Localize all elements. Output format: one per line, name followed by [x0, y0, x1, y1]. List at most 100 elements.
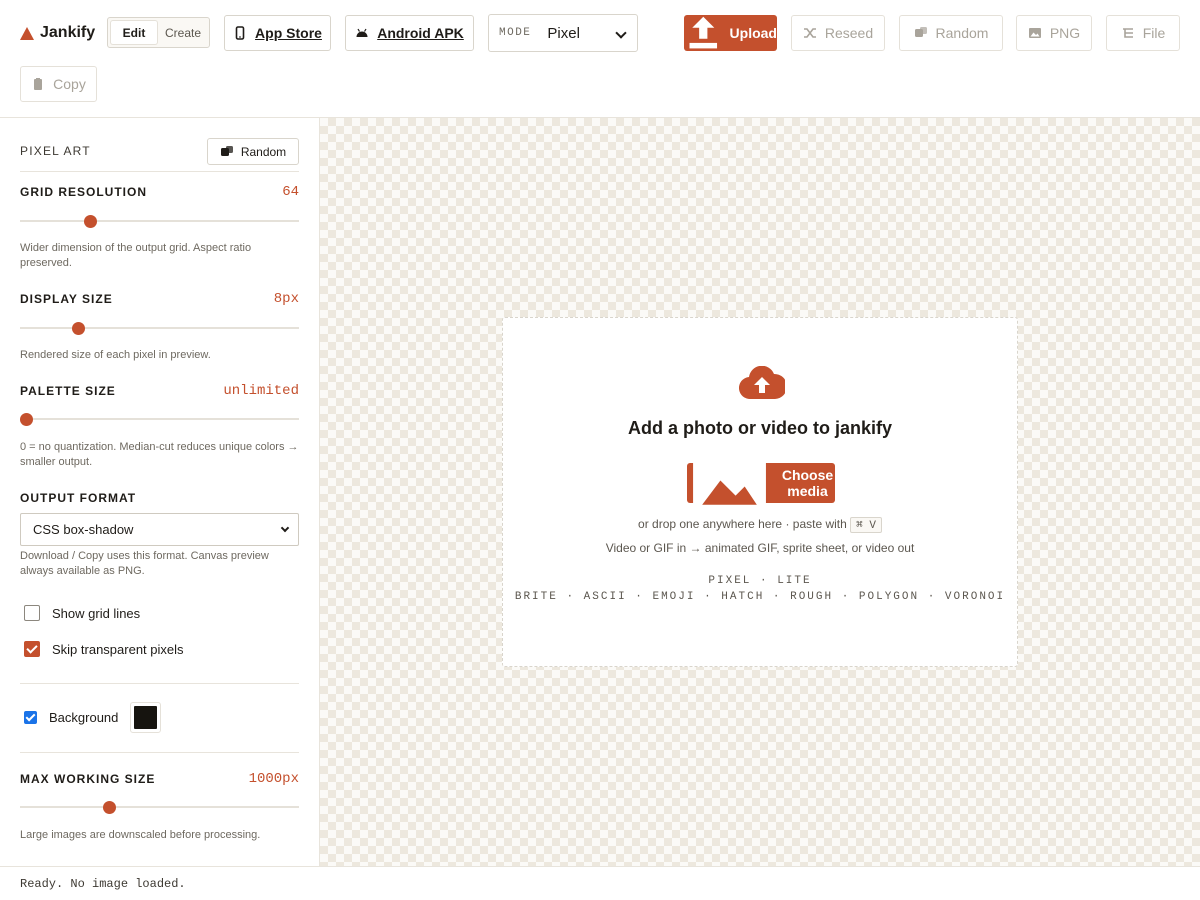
image-icon — [693, 452, 766, 514]
drop-zone[interactable]: Add a photo or video to jankify Choose m… — [502, 317, 1018, 667]
top-toolbar: Jankify Edit Create App Store Android AP… — [0, 0, 1200, 118]
status-bar: Ready. No image loaded. — [0, 866, 1200, 900]
max-working-size-label: MAX WORKING SIZE — [20, 772, 156, 786]
mode-label: MODE — [499, 27, 532, 39]
skip-transparent-toggle[interactable]: Skip transparent pixels — [24, 641, 184, 657]
app-store-label: App Store — [255, 25, 322, 41]
show-grid-lines-label: Show grid lines — [52, 605, 141, 621]
dice-icon — [220, 145, 233, 156]
slider-thumb[interactable] — [84, 215, 98, 228]
slider-track — [20, 220, 299, 222]
slider-thumb[interactable] — [102, 801, 116, 814]
grid-resolution-value: 64 — [282, 184, 299, 200]
mode-select[interactable]: MODE Pixel — [488, 14, 638, 52]
file-button[interactable]: File — [1106, 15, 1180, 51]
output-format-select[interactable]: CSS box-shadow — [20, 513, 299, 546]
phone-icon — [235, 26, 245, 40]
upload-button[interactable]: Upload — [684, 15, 777, 51]
cloud-upload-icon — [739, 366, 785, 400]
android-apk-link[interactable]: Android APK — [345, 15, 474, 51]
grid-resolution-slider[interactable] — [20, 214, 299, 228]
android-apk-label: Android APK — [377, 25, 464, 41]
palette-size-slider[interactable] — [20, 412, 299, 426]
color-fill — [134, 706, 158, 729]
slider-track — [20, 806, 299, 808]
max-working-size-slider[interactable] — [20, 800, 299, 814]
slider-track — [20, 418, 299, 420]
edit-tab[interactable]: Edit — [111, 21, 157, 44]
palette-size-label: PALETTE SIZE — [20, 384, 116, 398]
preview-canvas[interactable]: Add a photo or video to jankify Choose m… — [320, 118, 1200, 866]
grid-resolution-help: Wider dimension of the output grid. Aspe… — [20, 242, 252, 269]
settings-sidebar: PIXEL ART Random GRID RESOLUTION 64 Wide… — [0, 118, 320, 866]
palette-size-value: unlimited — [223, 383, 299, 399]
output-format-value: CSS box-shadow — [33, 522, 134, 537]
skip-transparent-checkbox[interactable] — [24, 641, 40, 657]
output-format-label: OUTPUT FORMAT — [20, 491, 137, 505]
drop-hint-text: or drop one anywhere here · paste with — [638, 517, 847, 531]
modes-line-2: BRITE · ASCII · EMOJI · HATCH · ROUGH · … — [514, 591, 1006, 603]
random-settings-button[interactable]: Random — [207, 138, 299, 165]
logo-icon — [20, 26, 34, 40]
slider-thumb[interactable] — [72, 322, 86, 335]
palette-size-row: PALETTE SIZE unlimited — [20, 383, 299, 399]
display-size-label: DISPLAY SIZE — [20, 292, 113, 306]
png-button[interactable]: PNG — [1016, 15, 1092, 51]
copy-button[interactable]: Copy — [20, 66, 97, 102]
video-hint: Video or GIF in → animated GIF, sprite s… — [605, 541, 915, 555]
max-working-size-row: MAX WORKING SIZE 1000px — [20, 771, 299, 787]
create-tab[interactable]: Create — [160, 21, 206, 44]
section-title: PIXEL ART — [20, 144, 91, 158]
display-size-value: 8px — [273, 291, 299, 307]
modes-line-1: PIXEL · LITE — [708, 575, 812, 587]
random-header-button[interactable]: Random — [899, 15, 1003, 51]
slider-track — [20, 327, 299, 329]
skip-transparent-label: Skip transparent pixels — [52, 641, 184, 657]
background-toggle[interactable]: Background — [24, 702, 162, 733]
upload-icon — [689, 16, 718, 49]
show-grid-lines-toggle[interactable]: Show grid lines — [24, 605, 140, 621]
background-checkbox[interactable] — [24, 711, 37, 724]
random-settings-label: Random — [240, 144, 287, 159]
random-header-label: Random — [935, 25, 989, 41]
background-label: Background — [49, 710, 119, 725]
upload-label: Upload — [729, 25, 777, 41]
max-working-size-value: 1000px — [248, 771, 299, 787]
palette-size-help: 0 = no quantization. Median-cut reduces … — [20, 441, 299, 468]
grid-resolution-label: GRID RESOLUTION — [20, 185, 148, 199]
display-size-slider[interactable] — [20, 321, 299, 335]
grid-resolution-row: GRID RESOLUTION 64 — [20, 184, 299, 200]
mode-value: Pixel — [547, 24, 580, 42]
display-size-help: Rendered size of each pixel in preview. — [20, 349, 211, 361]
image-icon — [1028, 28, 1041, 38]
output-format-help: Download / Copy uses this format. Canvas… — [20, 550, 269, 577]
paste-shortcut: ⌘ V — [850, 517, 882, 533]
background-color-swatch[interactable] — [130, 702, 162, 733]
reseed-button[interactable]: Reseed — [791, 15, 885, 51]
choose-media-label: Choose media — [781, 467, 834, 499]
divider — [20, 683, 299, 684]
divider — [20, 171, 299, 172]
drop-hint: or drop one anywhere here · paste with ⌘… — [503, 517, 1017, 533]
max-working-size-help: Large images are downscaled before proce… — [20, 829, 261, 841]
android-icon — [356, 28, 368, 37]
file-tree-icon — [1122, 28, 1133, 38]
chevron-down-icon — [615, 27, 627, 39]
choose-media-button[interactable]: Choose media — [687, 452, 835, 514]
file-label: File — [1142, 25, 1166, 41]
divider — [20, 752, 299, 753]
clipboard-icon — [34, 78, 43, 90]
dice-icon — [914, 27, 927, 37]
reseed-label: Reseed — [824, 25, 874, 41]
slider-thumb[interactable] — [20, 413, 33, 426]
edit-create-toggle: Edit Create — [107, 17, 210, 48]
output-format-row: OUTPUT FORMAT — [20, 491, 299, 505]
chevron-down-icon — [280, 523, 290, 533]
app-store-link[interactable]: App Store — [224, 15, 331, 51]
png-label: PNG — [1049, 25, 1081, 41]
shuffle-icon — [803, 28, 816, 38]
brand[interactable]: Jankify — [20, 22, 95, 44]
copy-label: Copy — [53, 76, 86, 92]
show-grid-lines-checkbox[interactable] — [24, 605, 40, 621]
display-size-row: DISPLAY SIZE 8px — [20, 291, 299, 307]
